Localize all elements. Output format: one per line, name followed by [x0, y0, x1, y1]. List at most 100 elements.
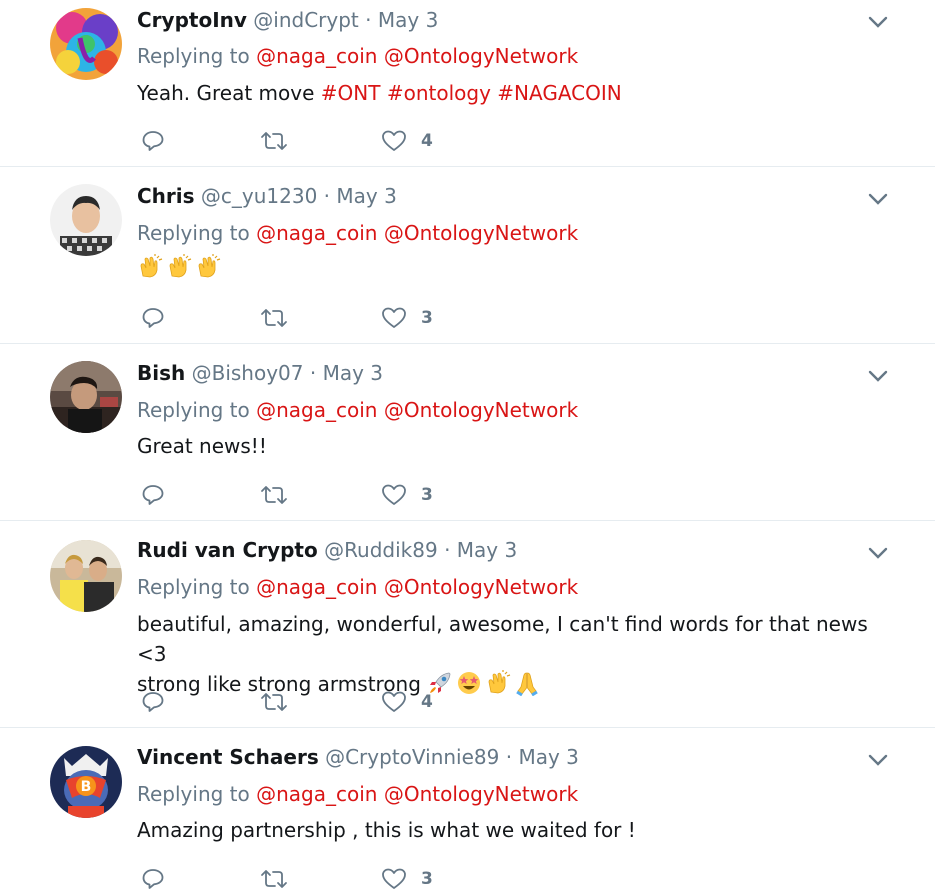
tweet-date[interactable]: May 3 [457, 538, 517, 562]
user-handle[interactable]: @CryptoVinnie89 [325, 745, 499, 769]
hashtag-link[interactable]: #ONT [321, 81, 381, 105]
mention-link[interactable]: @naga_coin [256, 221, 377, 245]
heart-icon [382, 868, 406, 889]
replying-label: Replying to [137, 398, 250, 422]
tweet-date[interactable]: May 3 [378, 8, 438, 32]
replying-to: Replying to @naga_coin @OntologyNetwork [137, 396, 578, 424]
tweet-date[interactable]: May 3 [323, 361, 383, 385]
clapping-hands-icon [169, 254, 192, 278]
user-name[interactable]: Rudi van Crypto [137, 538, 318, 562]
reply-icon [142, 485, 164, 505]
user-handle[interactable]: @Bishoy07 [192, 361, 304, 385]
tweet-text: Yeah. Great move #ONT #ontology #NAGACOI… [137, 78, 877, 108]
separator: · [499, 745, 519, 769]
retweet-button[interactable] [259, 687, 289, 717]
mention-link[interactable]: @naga_coin [256, 398, 377, 422]
mention-link[interactable]: @OntologyNetwork [384, 44, 578, 68]
like-button[interactable]: 4 [381, 126, 433, 156]
replying-to: Replying to @naga_coin @OntologyNetwork [137, 42, 578, 70]
user-name[interactable]: Chris [137, 184, 195, 208]
reply-icon [142, 692, 164, 712]
reply-icon [142, 869, 164, 889]
replying-to: Replying to @naga_coin @OntologyNetwork [137, 573, 578, 601]
replying-to: Replying to @naga_coin @OntologyNetwork [137, 219, 578, 247]
user-name[interactable]: CryptoInv [137, 8, 247, 32]
replying-label: Replying to [137, 782, 250, 806]
tweet[interactable]: Bish @Bishoy07 · May 3 Replying to @naga… [0, 344, 935, 521]
clapping-hands-icon [140, 254, 163, 278]
like-count: 3 [421, 485, 433, 505]
chevron-down-icon[interactable] [866, 543, 890, 563]
tweet-header: Chris @c_yu1230 · May 3 [137, 182, 397, 210]
mention-link[interactable]: @naga_coin [256, 575, 377, 599]
heart-icon [382, 307, 406, 328]
tweet-header: Vincent Schaers @CryptoVinnie89 · May 3 [137, 743, 579, 771]
chevron-down-icon[interactable] [866, 12, 890, 32]
mention-link[interactable]: @OntologyNetwork [384, 398, 578, 422]
chevron-down-icon[interactable] [866, 189, 890, 209]
mention-link[interactable]: @OntologyNetwork [384, 782, 578, 806]
like-count: 3 [421, 308, 433, 328]
retweet-icon [261, 870, 287, 888]
user-handle[interactable]: @indCrypt [253, 8, 359, 32]
tweet-date[interactable]: May 3 [336, 184, 396, 208]
hashtag-link[interactable]: #NAGACOIN [497, 81, 621, 105]
tweet[interactable]: B Vincent Schaers @CryptoVinnie89 · May … [0, 728, 935, 890]
user-name[interactable]: Vincent Schaers [137, 745, 319, 769]
heart-icon [382, 691, 406, 712]
tweet[interactable]: Rudi van Crypto @Ruddik89 · May 3 Replyi… [0, 521, 935, 728]
tweet-actions: 3 [137, 480, 457, 510]
reply-icon [142, 308, 164, 328]
mention-link[interactable]: @naga_coin [256, 782, 377, 806]
mention-link[interactable]: @OntologyNetwork [384, 575, 578, 599]
separator: · [317, 184, 337, 208]
clapping-hands-icon [198, 254, 221, 278]
clapping-hands-icon [488, 670, 511, 694]
chevron-down-icon[interactable] [866, 750, 890, 770]
tweet[interactable]: CryptoInv @indCrypt · May 3 Replying to … [0, 0, 935, 167]
retweet-button[interactable] [259, 126, 289, 156]
user-handle[interactable]: @c_yu1230 [201, 184, 317, 208]
retweet-button[interactable] [259, 303, 289, 333]
replying-to: Replying to @naga_coin @OntologyNetwork [137, 780, 578, 808]
separator: · [358, 8, 378, 32]
avatar[interactable] [50, 8, 122, 80]
user-name[interactable]: Bish [137, 361, 185, 385]
hashtag-link[interactable]: #ontology [387, 81, 491, 105]
tweet-date[interactable]: May 3 [518, 745, 578, 769]
like-button[interactable]: 3 [381, 303, 433, 333]
reply-button[interactable] [141, 303, 165, 333]
chevron-down-icon[interactable] [866, 366, 890, 386]
tweet-text-body: Amazing partnership , this is what we wa… [137, 818, 636, 842]
tweet-header: CryptoInv @indCrypt · May 3 [137, 6, 438, 34]
avatar[interactable] [50, 361, 122, 433]
tweet-header: Bish @Bishoy07 · May 3 [137, 359, 383, 387]
reply-button[interactable] [141, 126, 165, 156]
avatar[interactable] [50, 540, 122, 612]
tweet-actions: 4 [137, 687, 457, 717]
replying-label: Replying to [137, 575, 250, 599]
star-struck-icon [458, 672, 481, 694]
tweet[interactable]: Chris @c_yu1230 · May 3 Replying to @nag… [0, 167, 935, 344]
mention-link[interactable]: @OntologyNetwork [384, 221, 578, 245]
tweet-text-body: Great news!! [137, 434, 267, 458]
reply-icon [142, 131, 164, 151]
mention-link[interactable]: @naga_coin [256, 44, 377, 68]
like-button[interactable]: 3 [381, 480, 433, 510]
retweet-icon [261, 309, 287, 327]
folded-hands-icon [516, 672, 539, 696]
reply-button[interactable] [141, 480, 165, 510]
tweet-actions: 3 [137, 303, 457, 333]
user-handle[interactable]: @Ruddik89 [324, 538, 438, 562]
avatar[interactable] [50, 184, 122, 256]
reply-button[interactable] [141, 687, 165, 717]
tweet-text: Amazing partnership , this is what we wa… [137, 815, 877, 845]
tweet-text: beautiful, amazing, wonderful, awesome, … [137, 609, 877, 699]
avatar[interactable]: B [50, 746, 122, 818]
retweet-button[interactable] [259, 480, 289, 510]
like-button[interactable]: 4 [381, 687, 433, 717]
retweet-icon [261, 486, 287, 504]
like-count: 3 [421, 869, 433, 889]
replying-label: Replying to [137, 44, 250, 68]
tweet-text [137, 253, 877, 283]
